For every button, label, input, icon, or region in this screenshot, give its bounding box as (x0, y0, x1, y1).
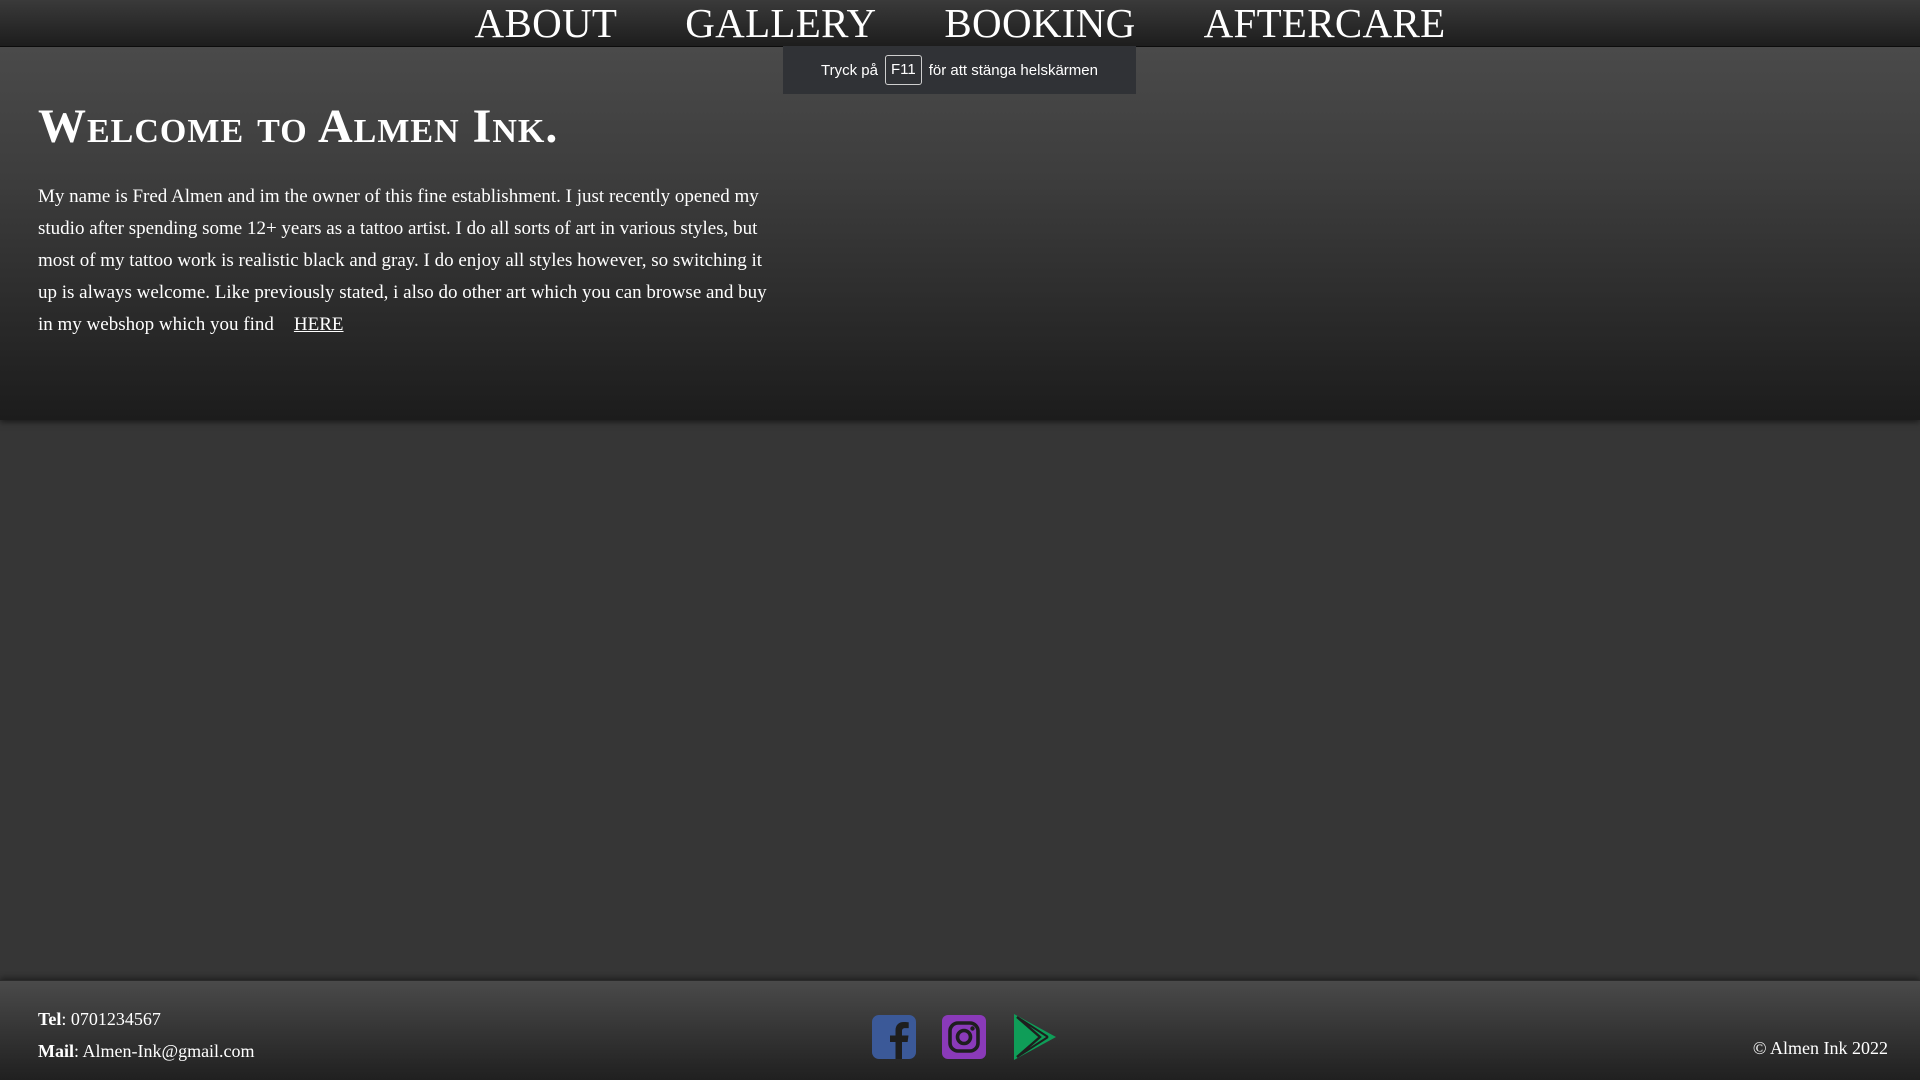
facebook-icon[interactable] (872, 1015, 916, 1059)
phone-line: Tel: 0701234567 (38, 1003, 255, 1035)
nav-about-link[interactable]: ABOUT (475, 0, 618, 46)
social-links (872, 1013, 1058, 1061)
welcome-section: Welcome to Almen Ink. My name is Fred Al… (0, 47, 1920, 420)
welcome-body: My name is Fred Almen and im the owner o… (38, 186, 767, 335)
mail-value: : Almen-Ink@gmail.com (74, 1041, 255, 1061)
google-play-icon[interactable] (1012, 1013, 1058, 1061)
copyright-text: © Almen Ink 2022 (1752, 1038, 1888, 1058)
welcome-text: My name is Fred Almen and im the owner o… (38, 181, 778, 341)
fullscreen-exit-notice: Tryck på F11 för att stänga helskärmen (783, 46, 1136, 94)
tel-label: Tel (38, 1009, 62, 1029)
welcome-title: Welcome to Almen Ink. (38, 100, 559, 153)
fullscreen-notice-text-before: Tryck på (821, 61, 878, 79)
tel-value: : 0701234567 (61, 1009, 161, 1029)
top-navigation: ABOUT GALLERY BOOKING AFTERCARE (0, 0, 1920, 47)
f11-key-badge: F11 (884, 55, 922, 85)
footer: Tel: 0701234567 Mail: Almen-Ink@gmail.co… (0, 980, 1920, 1080)
mail-label: Mail (38, 1041, 74, 1061)
webshop-here-link[interactable]: HERE (294, 314, 344, 335)
fullscreen-notice-text-after: för att stänga helskärmen (928, 61, 1098, 79)
nav-booking-link[interactable]: BOOKING (944, 0, 1135, 46)
contact-info: Tel: 0701234567 Mail: Almen-Ink@gmail.co… (38, 1003, 255, 1067)
nav-aftercare-link[interactable]: AFTERCARE (1204, 0, 1446, 46)
instagram-icon[interactable] (942, 1015, 986, 1059)
mail-line: Mail: Almen-Ink@gmail.com (38, 1035, 255, 1067)
nav-gallery-link[interactable]: GALLERY (685, 0, 876, 46)
